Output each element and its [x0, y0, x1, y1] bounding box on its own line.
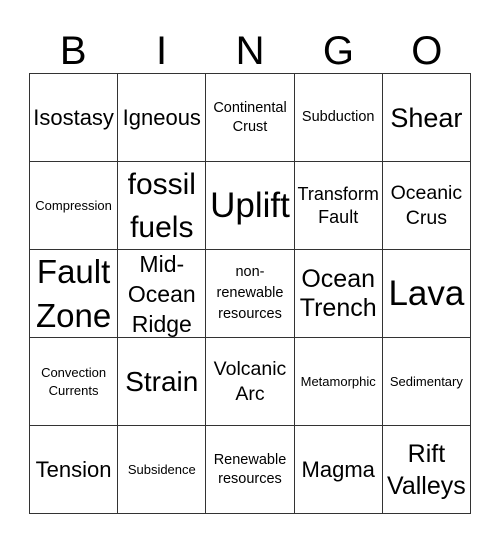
- cell-text: Mid- Ocean Ridge: [127, 250, 196, 337]
- cell-line: Convection: [41, 364, 107, 380]
- cell-text: Lava: [388, 273, 465, 313]
- bingo-cell[interactable]: Isostasy: [30, 74, 119, 162]
- bingo-cell[interactable]: Igneous: [118, 74, 207, 162]
- cell-line: Mid-: [139, 250, 185, 277]
- bingo-cell[interactable]: Renewable resources: [206, 426, 295, 514]
- cell-text: Sedimentary: [389, 373, 463, 389]
- cell-text: Convection Currents: [41, 364, 106, 400]
- cell-line: Arc: [235, 382, 265, 405]
- cell-line: Fault: [36, 252, 111, 290]
- cell-line: Valleys: [387, 471, 466, 500]
- header-letter-b: B: [59, 29, 87, 73]
- cell-line: Rift: [407, 439, 446, 468]
- cell-line: fossil: [127, 167, 196, 201]
- cell-line: Ridge: [131, 310, 192, 337]
- cell-text: Oceanic Crus: [391, 181, 463, 231]
- bingo-cell[interactable]: Continental Crust: [206, 74, 295, 162]
- cell-text: Metamorphic: [300, 373, 376, 389]
- cell-text: Subduction: [301, 109, 375, 125]
- bingo-cell[interactable]: Compression: [30, 162, 119, 250]
- cell-text: Uplift: [210, 185, 290, 225]
- bingo-grid: Isostasy Igneous Continental Crust Subduc…: [29, 73, 471, 514]
- cell-text: Rift Valleys: [387, 438, 466, 502]
- cell-line: Ocean: [301, 264, 376, 293]
- cell-text: Isostasy: [33, 104, 114, 130]
- cell-text: Transform Fault: [298, 183, 379, 229]
- cell-text: Ocean Trench: [300, 265, 377, 323]
- cell-line: Volcanic: [213, 357, 287, 380]
- cell-text: Magma: [301, 456, 375, 482]
- bingo-cell[interactable]: Mid- Ocean Ridge: [118, 250, 207, 338]
- cell-text: fossil fuels: [128, 163, 196, 249]
- bingo-cell[interactable]: Ocean Trench: [294, 250, 383, 338]
- bingo-cell[interactable]: Oceanic Crus: [382, 162, 471, 250]
- cell-line: Zone: [35, 296, 112, 334]
- bingo-cell[interactable]: Metamorphic: [294, 338, 383, 426]
- header-letter-n: N: [235, 29, 265, 73]
- cell-line: Oceanic: [390, 181, 463, 204]
- bingo-cell[interactable]: Subduction: [294, 74, 383, 162]
- bingo-cell[interactable]: Tension: [30, 426, 119, 514]
- cell-line: resources: [218, 306, 282, 322]
- bingo-header: B I N G O: [29, 30, 471, 72]
- cell-line: non-: [235, 264, 265, 280]
- bingo-cell[interactable]: Fault Zone: [30, 250, 119, 338]
- cell-line: fuels: [130, 210, 194, 244]
- cell-text: Fault Zone: [35, 250, 112, 337]
- cell-line: Fault: [318, 206, 359, 227]
- header-letter-g: G: [322, 29, 354, 73]
- cell-line: resources: [218, 470, 282, 487]
- bingo-cell[interactable]: Shear: [382, 74, 471, 162]
- bingo-cell[interactable]: Transform Fault: [294, 162, 383, 250]
- bingo-cell[interactable]: fossil fuels: [118, 162, 207, 250]
- bingo-cell[interactable]: Subsidence: [118, 426, 207, 514]
- cell-text: non-renewable resources: [217, 262, 284, 325]
- bingo-cell[interactable]: Lava: [382, 250, 471, 338]
- cell-line: Currents: [48, 382, 99, 398]
- cell-text: Compression: [35, 197, 112, 213]
- cell-line: Transform: [297, 183, 379, 204]
- header-letter-i: I: [156, 29, 168, 73]
- cell-text: Continental Crust: [213, 99, 286, 137]
- cell-text: Strain: [125, 366, 199, 397]
- bingo-cell[interactable]: Sedimentary: [382, 338, 471, 426]
- cell-text: Shear: [390, 102, 463, 133]
- cell-line: Crus: [405, 206, 447, 229]
- cell-text: Igneous: [122, 104, 201, 130]
- bingo-cell[interactable]: Strain: [118, 338, 207, 426]
- cell-text: Renewable resources: [214, 451, 287, 489]
- cell-text: Subsidence: [127, 461, 196, 477]
- cell-text: Volcanic Arc: [214, 357, 287, 407]
- bingo-cell[interactable]: Rift Valleys: [382, 426, 471, 514]
- cell-line: Ocean: [127, 280, 196, 307]
- bingo-cell[interactable]: Uplift: [206, 162, 295, 250]
- cell-line: Continental: [213, 99, 287, 116]
- bingo-cell[interactable]: non-renewable resources: [206, 250, 295, 338]
- cell-text: Tension: [35, 456, 112, 482]
- bingo-cell[interactable]: Volcanic Arc: [206, 338, 295, 426]
- header-letter-o: O: [411, 29, 443, 73]
- cell-line: Trench: [299, 293, 377, 322]
- cell-line: renewable: [216, 285, 284, 301]
- cell-line: Renewable: [213, 451, 287, 468]
- bingo-cell[interactable]: Convection Currents: [30, 338, 119, 426]
- cell-line: Crust: [232, 118, 268, 135]
- bingo-cell[interactable]: Magma: [294, 426, 383, 514]
